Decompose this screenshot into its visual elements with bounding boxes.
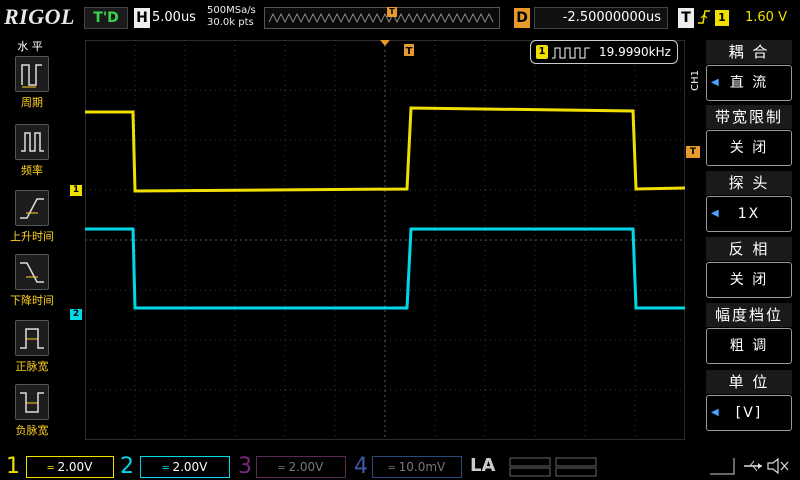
trigger-t-text: T bbox=[406, 46, 413, 57]
rise-time-icon bbox=[15, 190, 49, 226]
trigger-position-marker: T bbox=[387, 7, 397, 17]
measure-fall-time-button[interactable]: 下降时间 bbox=[10, 254, 54, 308]
unit-value-field[interactable]: ◀ [V] bbox=[706, 395, 792, 431]
ch1-scale-box[interactable]: ═ 2.00V bbox=[26, 456, 114, 478]
delay-label: D bbox=[514, 8, 530, 28]
ch4-scale-box[interactable]: ═ 10.0mV bbox=[372, 456, 462, 478]
measure-negative-width-button[interactable]: 负脉宽 bbox=[10, 384, 54, 438]
probe-value: 1X bbox=[737, 206, 761, 222]
ch2-number[interactable]: 2 bbox=[120, 454, 134, 480]
volts-div-value-field[interactable]: 粗 调 bbox=[706, 328, 792, 364]
volts-div-menu-button[interactable]: 幅度档位 粗 调 bbox=[706, 303, 792, 364]
fall-time-icon bbox=[15, 254, 49, 290]
square-wave-icon bbox=[552, 47, 590, 59]
channel-menu-tag: CH1 bbox=[690, 70, 701, 91]
left-arrow-icon: ◀ bbox=[711, 407, 721, 418]
waveform-overview-strip: T bbox=[264, 7, 500, 29]
bandwidth-limit-value: 关 闭 bbox=[729, 140, 769, 156]
run-status-button[interactable]: T'D bbox=[84, 7, 128, 29]
unit-value: [V] bbox=[735, 405, 763, 421]
negative-width-icon bbox=[15, 384, 49, 420]
volts-div-value: 粗 调 bbox=[729, 338, 769, 354]
measure-rise-time-button[interactable]: 上升时间 bbox=[10, 190, 54, 244]
dc-coupling-icon: ═ bbox=[388, 463, 395, 474]
digital-channels-icon bbox=[509, 457, 597, 477]
frequency-label: 频率 bbox=[21, 164, 43, 177]
brand-logo: RIGOL bbox=[4, 4, 75, 29]
invert-value-field[interactable]: 关 闭 bbox=[706, 262, 792, 298]
trigger-level-marker[interactable]: T bbox=[686, 146, 700, 158]
dc-coupling-icon: ═ bbox=[162, 463, 169, 474]
rise-time-label: 上升时间 bbox=[10, 230, 54, 243]
bandwidth-limit-label: 带宽限制 bbox=[706, 105, 792, 129]
sample-rate-info: 500MSa/s 30.0k pts bbox=[207, 5, 265, 29]
frequency-icon bbox=[15, 124, 49, 160]
trigger-label: T bbox=[678, 8, 694, 28]
dc-coupling-icon: ═ bbox=[47, 463, 54, 474]
overview-waveform-icon bbox=[268, 12, 494, 24]
period-label: 周期 bbox=[21, 96, 43, 109]
coupling-label: 耦 合 bbox=[706, 40, 792, 64]
sample-rate: 500MSa/s bbox=[207, 5, 256, 16]
top-status-bar: RIGOL T'D H 5.00us 500MSa/s 30.0k pts T … bbox=[0, 0, 800, 36]
speaker-mute-icon[interactable] bbox=[766, 457, 790, 477]
left-arrow-icon: ◀ bbox=[711, 77, 721, 88]
period-icon bbox=[15, 56, 49, 92]
unit-menu-button[interactable]: 单 位 ◀ [V] bbox=[706, 370, 792, 431]
delay-value[interactable]: -2.50000000us bbox=[534, 7, 668, 29]
menu-triangle-icon[interactable] bbox=[708, 456, 736, 476]
measure-period-button[interactable]: 周期 bbox=[10, 56, 54, 110]
left-arrow-icon: ◀ bbox=[711, 208, 721, 219]
ch2-scale-box[interactable]: ═ 2.00V bbox=[140, 456, 230, 478]
invert-menu-button[interactable]: 反 相 关 闭 bbox=[706, 237, 792, 298]
probe-menu-button[interactable]: 探 头 ◀ 1X bbox=[706, 171, 792, 232]
ch1-offset-marker[interactable]: 1 bbox=[70, 185, 82, 196]
ch2-scale: 2.00V bbox=[172, 460, 208, 474]
trigger-level[interactable]: 1.60 V bbox=[735, 8, 797, 28]
measure-frequency-button[interactable]: 频率 bbox=[10, 124, 54, 178]
bandwidth-limit-value-field[interactable]: 关 闭 bbox=[706, 130, 792, 166]
frequency-value: 19.9990kHz bbox=[599, 45, 671, 59]
coupling-menu-button[interactable]: 耦 合 ◀ 直 流 bbox=[706, 40, 792, 101]
negative-width-label: 负脉宽 bbox=[15, 424, 49, 437]
invert-value: 关 闭 bbox=[729, 272, 769, 288]
horizontal-scale[interactable]: 5.00us bbox=[152, 8, 202, 28]
horizontal-label: H bbox=[134, 8, 150, 28]
probe-value-field[interactable]: ◀ 1X bbox=[706, 196, 792, 232]
left-menu-title: 水 平 bbox=[17, 40, 43, 53]
ch1-scale: 2.00V bbox=[57, 460, 93, 474]
ch3-scale-box[interactable]: ═ 2.00V bbox=[256, 456, 346, 478]
waveform-display[interactable]: T bbox=[85, 40, 685, 440]
ch2-offset-marker[interactable]: 2 bbox=[70, 309, 82, 320]
volts-div-label: 幅度档位 bbox=[706, 303, 792, 327]
coupling-value: 直 流 bbox=[729, 75, 769, 91]
ch3-number[interactable]: 3 bbox=[238, 454, 252, 480]
coupling-value-field[interactable]: ◀ 直 流 bbox=[706, 65, 792, 101]
ch1-number[interactable]: 1 bbox=[6, 454, 20, 480]
ch3-scale: 2.00V bbox=[288, 460, 324, 474]
probe-label: 探 头 bbox=[706, 171, 792, 195]
positive-width-label: 正脉宽 bbox=[15, 360, 49, 373]
usb-icon bbox=[742, 457, 764, 477]
memory-depth: 30.0k pts bbox=[207, 17, 254, 28]
ch4-number[interactable]: 4 bbox=[354, 454, 368, 480]
trigger-source: 1 bbox=[715, 10, 729, 26]
rising-edge-icon bbox=[697, 8, 711, 31]
logic-analyzer-label[interactable]: LA bbox=[470, 455, 495, 476]
bandwidth-limit-menu-button[interactable]: 带宽限制 关 闭 bbox=[706, 105, 792, 166]
unit-label: 单 位 bbox=[706, 370, 792, 394]
positive-width-icon bbox=[15, 320, 49, 356]
dc-coupling-icon: ═ bbox=[278, 463, 285, 474]
invert-label: 反 相 bbox=[706, 237, 792, 261]
measurement-channel-badge: 1 bbox=[536, 45, 548, 59]
measure-positive-width-button[interactable]: 正脉宽 bbox=[10, 320, 54, 374]
ch4-scale: 10.0mV bbox=[398, 460, 446, 474]
frequency-measurement: 1 19.9990kHz bbox=[530, 40, 678, 64]
fall-time-label: 下降时间 bbox=[10, 294, 54, 307]
